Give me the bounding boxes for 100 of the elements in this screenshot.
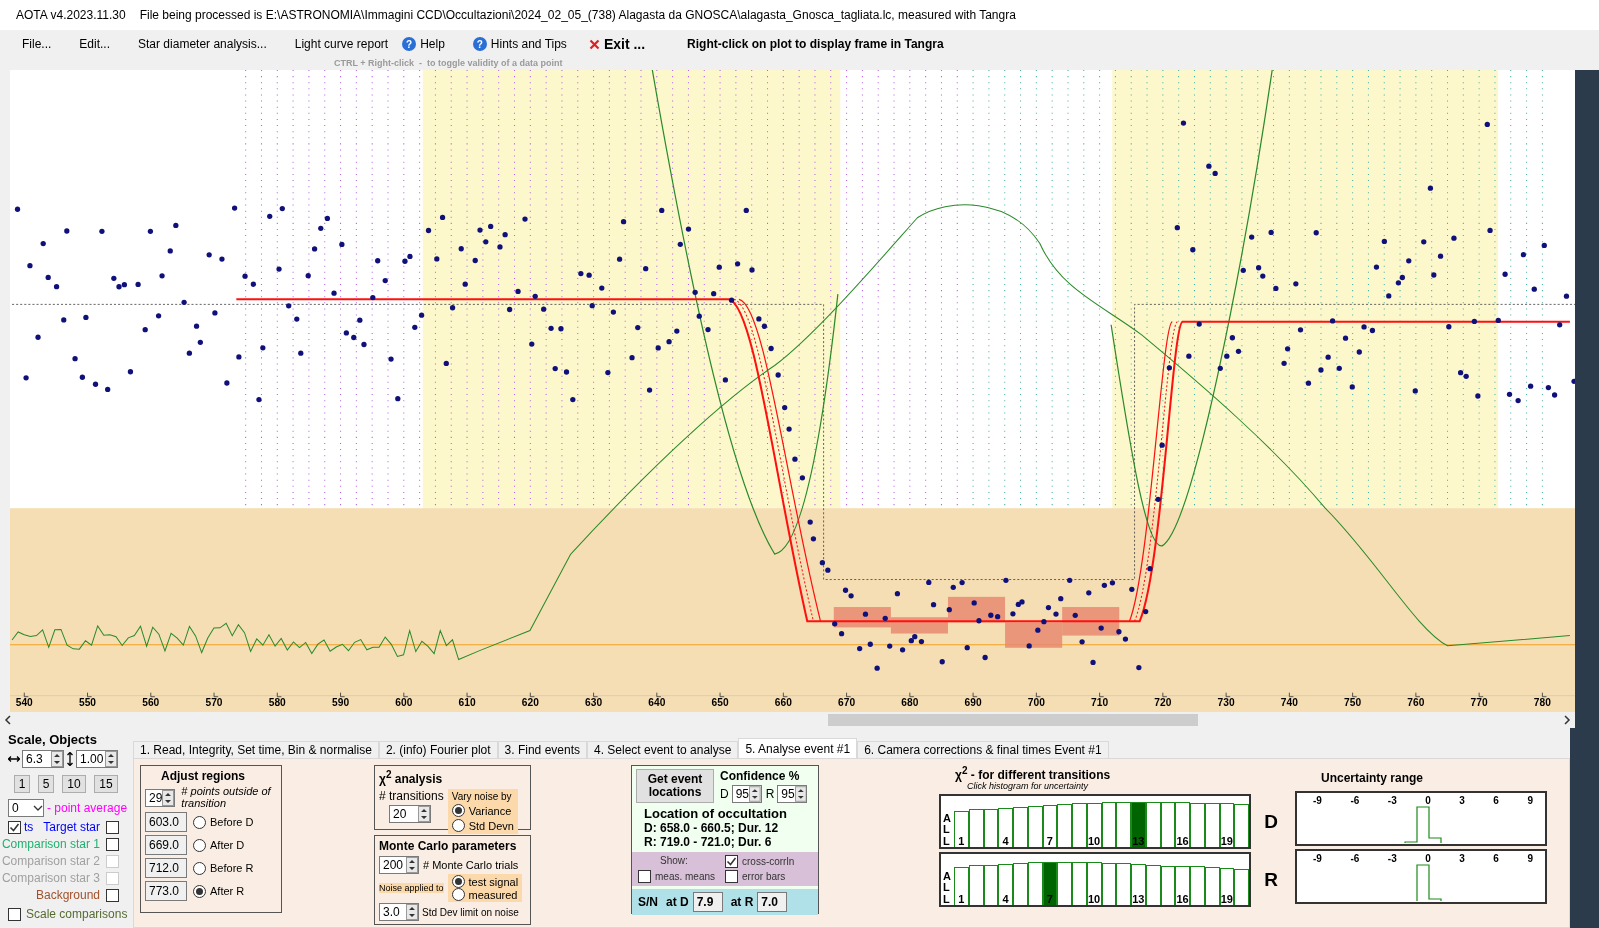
- menu-item[interactable]: Star diameter analysis...: [138, 37, 267, 51]
- number-spinner[interactable]: 20: [389, 805, 431, 823]
- histogram-bar[interactable]: [1057, 862, 1072, 906]
- checkbox[interactable]: [8, 820, 21, 834]
- number-spinner[interactable]: 3.0: [379, 903, 419, 921]
- number-spinner[interactable]: 95: [731, 785, 762, 803]
- menu-item[interactable]: ? Hints and Tips: [472, 37, 567, 51]
- scale-button[interactable]: 5: [38, 775, 54, 793]
- spin-arrows-icon[interactable]: [749, 786, 761, 802]
- location-result: D: 658.0 - 660.5; Dur. 12: [643, 821, 780, 835]
- menu-item[interactable]: Edit...: [79, 37, 111, 51]
- spin-arrows-icon[interactable]: [105, 751, 117, 767]
- checkbox[interactable]: [725, 855, 738, 868]
- histogram-bar[interactable]: 4: [998, 864, 1013, 906]
- tick-label: -3: [1387, 795, 1397, 806]
- number-spinner[interactable]: 6.3: [22, 750, 64, 768]
- radio-button[interactable]: [451, 804, 465, 817]
- histogram-bar[interactable]: 16: [1175, 865, 1190, 906]
- object-label: Comparison star 2: [1, 854, 100, 868]
- tab[interactable]: 6. Camera corrections & final times Event #1: [857, 741, 1109, 758]
- radio-button[interactable]: [193, 838, 206, 852]
- tick-label: -3: [1387, 853, 1397, 864]
- histogram-bar[interactable]: [1072, 802, 1087, 848]
- histogram-bar[interactable]: 16: [1175, 801, 1190, 848]
- checkbox[interactable]: [106, 888, 119, 902]
- tab[interactable]: 5. Analyse event #1: [738, 738, 858, 758]
- histogram-bar[interactable]: [1116, 801, 1131, 848]
- checkbox[interactable]: [8, 907, 21, 921]
- radio-button[interactable]: [193, 861, 206, 875]
- histogram-bar[interactable]: [1234, 803, 1249, 848]
- radio-button[interactable]: [451, 888, 465, 901]
- radio-button[interactable]: [451, 819, 465, 832]
- region-value-field[interactable]: 669.0: [145, 835, 187, 856]
- histogram-bar[interactable]: [1190, 802, 1205, 848]
- histogram-bar[interactable]: [1234, 868, 1249, 906]
- axis-tick-label: 560: [142, 696, 160, 708]
- spin-arrows-icon[interactable]: [51, 751, 63, 767]
- histogram-bar[interactable]: 13: [1131, 864, 1146, 906]
- number-spinner[interactable]: 29: [145, 788, 176, 807]
- histogram-bar[interactable]: [1057, 803, 1072, 848]
- number-spinner[interactable]: 95: [777, 785, 808, 803]
- number-spinner[interactable]: 1.00: [76, 750, 118, 768]
- tab[interactable]: 3. Find events: [497, 741, 587, 758]
- tab[interactable]: 1. Read, Integrity, Set time, Bin & normalise: [133, 741, 379, 758]
- radio-label: Variance: [468, 804, 512, 817]
- uncertainty-histogram-drawing: [1404, 806, 1442, 843]
- spin-arrows-icon[interactable]: [162, 789, 175, 806]
- radio-label: Before R: [210, 862, 254, 875]
- bar-label: 4: [1002, 893, 1009, 906]
- region-value-field[interactable]: 712.0: [145, 858, 187, 879]
- tab[interactable]: 2. (info) Fourier plot: [378, 741, 498, 758]
- sn-value-field[interactable]: 7.0: [757, 892, 788, 912]
- spin-arrows-icon[interactable]: [406, 904, 418, 920]
- scale-button[interactable]: 10: [62, 775, 86, 793]
- tab[interactable]: 4. Select event to analyse: [587, 741, 739, 758]
- histogram-bar[interactable]: 4: [998, 807, 1013, 848]
- axis-tick-label: 720: [1154, 696, 1172, 708]
- checkbox[interactable]: [106, 837, 119, 851]
- tick-label: -9: [1313, 853, 1322, 864]
- menu-item[interactable]: Exit ...: [588, 36, 646, 52]
- spin-arrows-icon[interactable]: [794, 786, 807, 802]
- scrollbar-thumb[interactable]: [828, 714, 1198, 726]
- chevron-left-icon[interactable]: [4, 715, 12, 725]
- average-dropdown[interactable]: 0: [8, 799, 44, 817]
- menu-item[interactable]: Light curve report: [294, 37, 389, 51]
- chi-square-histogram[interactable]: ALL 1 4 7 10 13 16 19: [939, 852, 1251, 908]
- spin-arrows-icon[interactable]: [406, 857, 418, 873]
- axis-tick-label: 620: [521, 696, 539, 708]
- get-event-locations-button[interactable]: Get event locations: [636, 769, 714, 803]
- chi-square-histogram[interactable]: ALL 1 4 7 10 13 16 19: [939, 794, 1251, 850]
- region-value-field[interactable]: 603.0: [145, 812, 187, 833]
- sn-value-field[interactable]: 7.9: [692, 892, 723, 912]
- menu-item[interactable]: File...: [22, 37, 52, 51]
- histogram-bar[interactable]: [1013, 807, 1028, 848]
- bar-label: 19: [1220, 893, 1233, 906]
- checkbox[interactable]: [638, 870, 651, 883]
- menu-item[interactable]: ? Help: [402, 37, 445, 51]
- histogram-bar[interactable]: [1116, 863, 1131, 906]
- histogram-bar[interactable]: [1072, 862, 1087, 906]
- region-value-field[interactable]: 773.0: [145, 881, 187, 902]
- scale-button[interactable]: 15: [94, 775, 118, 793]
- histogram-bar[interactable]: [1013, 863, 1028, 906]
- histogram-bar[interactable]: [1190, 866, 1205, 906]
- number-spinner[interactable]: 200: [379, 856, 419, 874]
- radio-button[interactable]: [193, 884, 206, 898]
- option-label: meas. means: [655, 871, 716, 882]
- bar-label: 10: [1088, 835, 1101, 848]
- plot-area[interactable]: 540 550 560 570 580 590 600 610 620 630 640 650 660 670 680 690 700 710 720 730 740 750 760 770 780: [10, 70, 1575, 712]
- scale-button[interactable]: 1: [14, 775, 30, 793]
- radio-button[interactable]: [193, 815, 206, 829]
- spin-arrows-icon[interactable]: [418, 806, 430, 822]
- histogram-bar[interactable]: 1: [954, 810, 969, 848]
- histogram-bar[interactable]: 1: [954, 866, 969, 906]
- checkbox[interactable]: [725, 870, 738, 883]
- checkbox[interactable]: [106, 820, 119, 834]
- radio-button[interactable]: [451, 875, 465, 888]
- axis-tick-label: 780: [1533, 696, 1551, 708]
- uncertainty-histogram-drawing: [1416, 864, 1442, 901]
- axis-tick-label: 550: [79, 696, 97, 708]
- chevron-right-icon[interactable]: [1563, 715, 1571, 725]
